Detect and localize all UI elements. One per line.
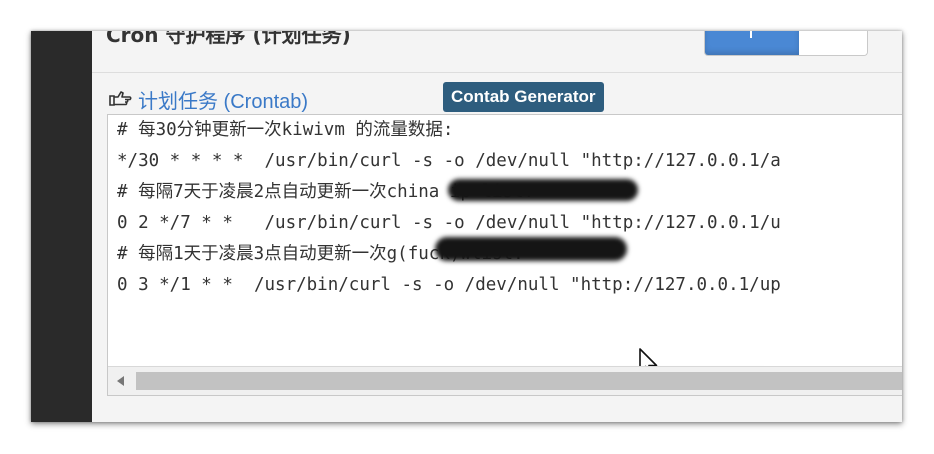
- redaction-mark: [448, 179, 638, 201]
- horizontal-scrollbar[interactable]: [108, 366, 902, 395]
- scroll-thumb[interactable]: [136, 372, 902, 390]
- page-title: Cron 守护程序 (计划任务): [106, 31, 351, 47]
- toggle-off-button[interactable]: [799, 31, 867, 55]
- crontab-label: 计划任务 (Crontab): [108, 88, 308, 113]
- contab-generator-button[interactable]: Contab Generator: [443, 82, 604, 112]
- code-line: 0 3 */1 * * /usr/bin/curl -s -o /dev/nul…: [117, 275, 781, 295]
- toggle-on-button[interactable]: [705, 31, 799, 55]
- crontab-link[interactable]: 计划任务 (Crontab): [138, 85, 308, 114]
- redaction-mark: [435, 237, 627, 261]
- scroll-left-button[interactable]: [108, 367, 134, 395]
- code-line: */30 * * * * /usr/bin/curl -s -o /dev/nu…: [117, 151, 781, 171]
- code-line: # 每30分钟更新一次kiwivm 的流量数据:: [117, 120, 454, 140]
- left-sidebar: [31, 31, 92, 422]
- enable-toggle[interactable]: [704, 31, 868, 56]
- code-line: 0 2 */7 * * /usr/bin/curl -s -o /dev/nul…: [117, 213, 781, 233]
- screenshot-frame: Cron 守护程序 (计划任务) 计划任务 (Crontab) Contab G…: [31, 31, 902, 422]
- content-panel: Cron 守护程序 (计划任务) 计划任务 (Crontab) Contab G…: [92, 31, 902, 422]
- crontab-editor[interactable]: # 每30分钟更新一次kiwivm 的流量数据: */30 * * * * /u…: [107, 114, 902, 396]
- pointing-hand-icon: [108, 90, 132, 108]
- chevron-left-icon: [117, 376, 124, 386]
- divider: [92, 72, 902, 73]
